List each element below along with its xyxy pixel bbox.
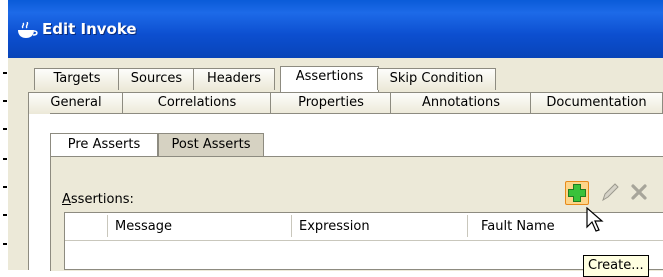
tab-assertions[interactable]: Assertions [280, 66, 379, 92]
left-edge [0, 0, 8, 270]
coffee-cup-icon [18, 22, 38, 38]
tab-pre-asserts[interactable]: Pre Asserts [50, 133, 158, 157]
title-bar[interactable]: Edit Invoke [8, 0, 663, 58]
pencil-icon [602, 183, 619, 202]
column-separator [467, 215, 468, 237]
edge-marker [3, 186, 7, 188]
assertions-table[interactable]: Message Expression Fault Name [64, 212, 663, 270]
tab-annotations[interactable]: Annotations [390, 92, 532, 114]
tab-post-asserts[interactable]: Post Asserts [158, 133, 264, 157]
tab-correlations[interactable]: Correlations [122, 92, 272, 114]
mouse-cursor-icon [586, 207, 604, 232]
column-separator [291, 215, 292, 237]
edge-marker [3, 72, 7, 74]
tab-headers[interactable]: Headers [193, 68, 275, 90]
delete-icon [631, 184, 647, 200]
tab-skip-condition[interactable]: Skip Condition [377, 68, 496, 90]
edge-marker [3, 100, 7, 102]
create-tooltip: Create... [583, 255, 649, 277]
edge-marker [3, 158, 7, 160]
column-header-fault-name[interactable]: Fault Name [481, 213, 631, 241]
tab-sources[interactable]: Sources [118, 68, 195, 90]
add-icon [568, 184, 586, 202]
table-header: Message Expression Fault Name [65, 213, 663, 241]
column-header-expression[interactable]: Expression [299, 213, 469, 241]
tab-general[interactable]: General [28, 92, 124, 114]
tab-properties[interactable]: Properties [270, 92, 392, 114]
edge-marker [3, 243, 7, 245]
label-text: ssertions: [70, 192, 134, 207]
column-separator [107, 215, 108, 237]
tab-targets[interactable]: Targets [34, 68, 120, 90]
column-header-message[interactable]: Message [115, 213, 285, 241]
create-assertion-button[interactable] [565, 181, 589, 205]
edge-marker [3, 214, 7, 216]
window-title: Edit Invoke [42, 20, 137, 38]
delete-assertion-button[interactable] [628, 181, 652, 205]
edit-assertion-button[interactable] [599, 181, 623, 205]
assertions-label: Assertions: [62, 192, 134, 207]
tab-documentation[interactable]: Documentation [530, 92, 663, 114]
edge-marker [3, 128, 7, 130]
label-mnemonic: A [62, 192, 71, 207]
